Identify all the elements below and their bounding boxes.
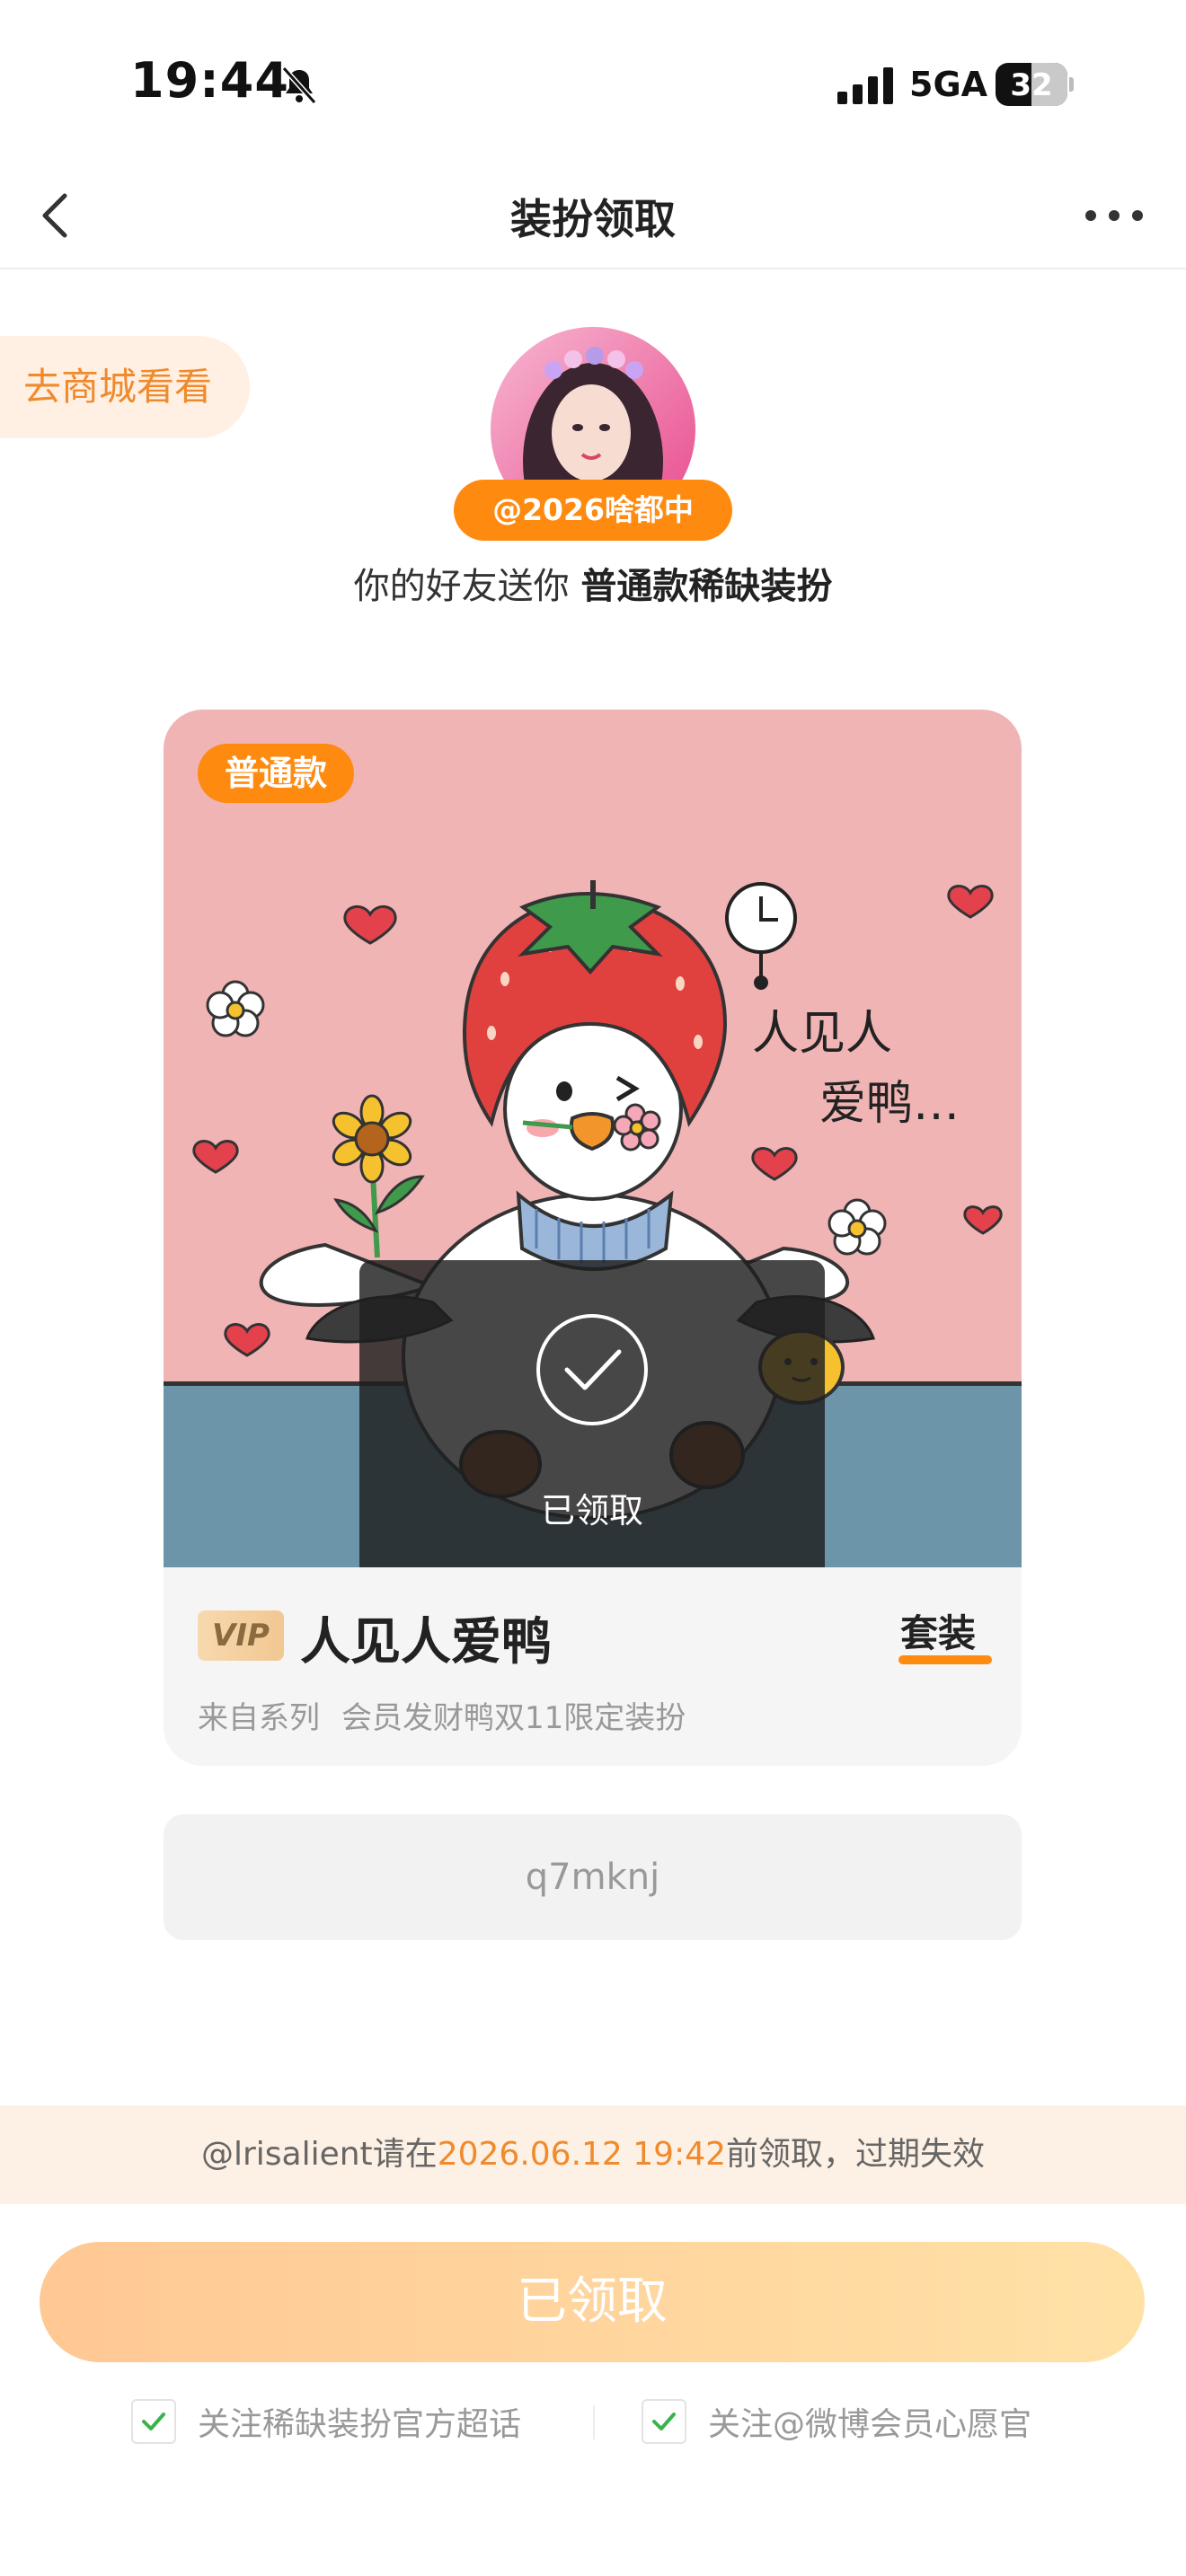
- series-prefix: 来自系列: [198, 1700, 320, 1736]
- redeem-code-field[interactable]: q7mknj: [164, 1814, 1022, 1940]
- more-options-icon[interactable]: [1078, 183, 1150, 248]
- costume-type-label: 套装: [900, 1611, 977, 1655]
- check-circle-icon: [536, 1314, 648, 1425]
- signal-icon: [837, 67, 893, 104]
- divider: [593, 2405, 595, 2439]
- follow-account-option[interactable]: 关注@微博会员心愿官: [642, 2395, 1031, 2448]
- battery-icon: 32: [996, 63, 1074, 106]
- status-bar: 19:44 5GA 32: [0, 0, 1186, 162]
- type-underline: [898, 1655, 992, 1664]
- claim-button[interactable]: 已领取: [40, 2242, 1145, 2362]
- deadline-notice: @lrisalient请在2026.06.12 19:42前领取，过期失效: [0, 2105, 1186, 2204]
- follow-supertopic-option[interactable]: 关注稀缺装扮官方超话: [131, 2395, 521, 2448]
- deadline-after: 前领取，过期失效: [726, 2136, 986, 2173]
- checkbox-checked-icon[interactable]: [131, 2399, 176, 2444]
- gift-message-highlight: 普通款稀缺装扮: [580, 566, 833, 607]
- gift-message: 你的好友送你 普通款稀缺装扮: [0, 557, 1186, 609]
- costume-card[interactable]: 人见人 爱鸭… 普通款 已领取 VIP 人见人爱鸭 套装 来自系列 会员发财鸭双…: [164, 710, 1022, 1766]
- go-to-shop-button[interactable]: 去商城看看: [0, 336, 250, 438]
- deadline-user: @lrisalient: [200, 2136, 373, 2173]
- follow-option-label: 关注稀缺装扮官方超话: [198, 2406, 522, 2443]
- costume-name: 人见人爱鸭: [300, 1613, 552, 1672]
- bell-muted-icon: [281, 66, 317, 105]
- series-name: 会员发财鸭双11限定装扮: [341, 1700, 686, 1736]
- gift-message-prefix: 你的好友送你: [353, 566, 581, 607]
- claimed-status-label: 已领取: [540, 1491, 643, 1531]
- deadline-before: 请在: [372, 2136, 438, 2173]
- sender-username-badge: @2026啥都中: [454, 480, 732, 541]
- nav-bar: 装扮领取: [0, 162, 1186, 269]
- status-time: 19:44: [130, 52, 289, 109]
- follow-options: 关注稀缺装扮官方超话 关注@微博会员心愿官: [0, 2395, 1186, 2448]
- deadline-date: 2026.06.12 19:42: [437, 2136, 727, 2173]
- checkbox-checked-icon[interactable]: [642, 2399, 686, 2444]
- network-label: 5GA: [909, 65, 988, 104]
- follow-option-label: 关注@微博会员心愿官: [708, 2406, 1032, 2443]
- art-text-line1: 人见人: [752, 1007, 892, 1061]
- claimed-overlay: 已领取: [359, 1260, 825, 1567]
- series-info: 来自系列 会员发财鸭双11限定装扮: [198, 1693, 686, 1737]
- battery-level: 32: [1010, 67, 1053, 103]
- page-title: 装扮领取: [510, 195, 676, 243]
- art-text-line2: 爱鸭…: [819, 1077, 960, 1131]
- vip-badge: VIP: [198, 1610, 284, 1661]
- costume-preview-image: 人见人 爱鸭… 普通款 已领取: [164, 710, 1022, 1567]
- tier-badge: 普通款: [198, 744, 354, 803]
- costume-info: VIP 人见人爱鸭 套装 来自系列 会员发财鸭双11限定装扮: [164, 1567, 1022, 1766]
